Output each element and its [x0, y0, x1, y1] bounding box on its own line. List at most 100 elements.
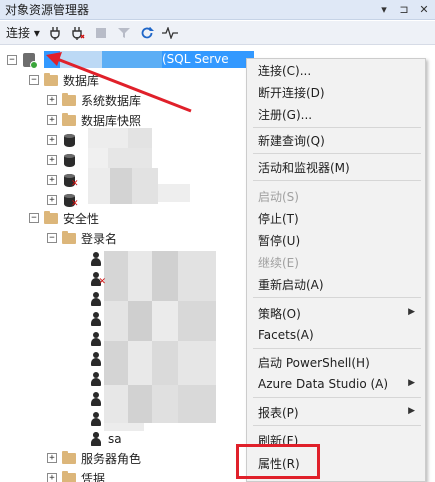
connect-plug-icon[interactable] — [45, 24, 65, 42]
tree-node-server-roles[interactable]: + 服务器角色 — [47, 448, 141, 468]
submenu-arrow-icon: ▶ — [408, 406, 415, 416]
user-icon — [88, 331, 104, 347]
tree-node-credentials[interactable]: + 凭据 — [47, 468, 105, 482]
menu-separator — [253, 297, 421, 298]
redacted-region — [104, 301, 128, 341]
user-icon — [88, 351, 104, 367]
collapse-toggle-icon[interactable]: − — [7, 55, 17, 65]
folder-icon — [61, 230, 77, 246]
user-disabled-icon: ✕ — [88, 271, 106, 287]
menu-item-policies[interactable]: 策略(O) ▶ — [247, 302, 425, 324]
expand-toggle-icon[interactable]: + — [47, 115, 57, 125]
stop-icon[interactable] — [91, 24, 111, 42]
menu-item-resume[interactable]: 继续(E) — [247, 251, 425, 273]
tree-node-security[interactable]: − 安全性 — [29, 208, 99, 228]
redacted-region — [128, 301, 152, 341]
highlight-box-properties — [236, 444, 320, 479]
redacted-region — [104, 385, 128, 423]
menu-item-pause[interactable]: 暂停(U) — [247, 229, 425, 251]
expand-toggle-icon[interactable]: + — [47, 95, 57, 105]
tree-node-login-disabled[interactable]: ✕ — [84, 269, 106, 289]
tree-node-system-databases[interactable]: + 系统数据库 — [47, 90, 141, 110]
tree-node-db-snapshots[interactable]: + 数据库快照 — [47, 110, 141, 130]
folder-icon — [61, 112, 77, 128]
redacted-region — [152, 385, 178, 423]
database-offline-icon: ✕ — [61, 172, 79, 188]
tree-node-database[interactable]: + — [47, 130, 77, 150]
expand-toggle-icon[interactable]: + — [47, 175, 57, 185]
tree-node-server[interactable]: − — [7, 50, 38, 70]
menu-item-facets[interactable]: Facets(A) — [247, 324, 425, 346]
folder-icon — [61, 470, 77, 482]
menu-item-stop[interactable]: 停止(T) — [247, 207, 425, 229]
panel-title: 对象资源管理器 — [5, 3, 90, 17]
tree-node-database-offline[interactable]: + ✕ — [47, 190, 79, 210]
menu-item-connect[interactable]: 连接(C)... — [247, 59, 425, 81]
tree-node-login[interactable] — [84, 389, 104, 409]
expand-toggle-icon[interactable]: + — [47, 195, 57, 205]
redacted-region — [88, 148, 108, 168]
tree-node-login[interactable] — [84, 409, 104, 429]
redacted-region — [152, 341, 178, 385]
redacted-region — [104, 423, 144, 431]
folder-icon — [43, 72, 59, 88]
user-icon — [88, 391, 104, 407]
menu-separator — [253, 425, 421, 426]
collapse-toggle-icon[interactable]: − — [47, 233, 57, 243]
tree-node-login[interactable] — [84, 309, 104, 329]
menu-item-azure-data-studio[interactable]: Azure Data Studio (A) ▶ — [247, 373, 425, 395]
menu-item-powershell[interactable]: 启动 PowerShell(H) — [247, 351, 425, 373]
redacted-region — [128, 341, 152, 385]
server-node-label[interactable]: (SQL Serve — [162, 51, 229, 68]
menu-item-start[interactable]: 启动(S) — [247, 185, 425, 207]
menu-item-disconnect[interactable]: 断开连接(D) — [247, 81, 425, 103]
menu-item-activity-monitor[interactable]: 活动和监视器(M) — [247, 156, 425, 178]
collapse-toggle-icon[interactable]: − — [29, 75, 39, 85]
expand-toggle-icon[interactable]: + — [47, 473, 57, 482]
expand-toggle-icon[interactable]: + — [47, 155, 57, 165]
tree-node-logins[interactable]: − 登录名 — [47, 228, 117, 248]
tree-node-login[interactable] — [84, 369, 104, 389]
dropdown-icon[interactable]: ▾ — [377, 2, 391, 18]
folder-icon — [61, 92, 77, 108]
disconnect-icon[interactable] — [68, 24, 88, 42]
expand-toggle-icon[interactable]: + — [47, 453, 57, 463]
connect-button[interactable]: 连接 ▾ — [4, 24, 42, 41]
user-icon — [88, 431, 104, 447]
user-icon — [88, 411, 104, 427]
menu-item-restart[interactable]: 重新启动(A) — [247, 273, 425, 295]
redacted-region — [102, 51, 162, 68]
user-icon — [88, 311, 104, 327]
menu-item-register[interactable]: 注册(G)... — [247, 103, 425, 125]
submenu-arrow-icon: ▶ — [408, 378, 415, 388]
tree-node-databases[interactable]: − 数据库 — [29, 70, 99, 90]
user-icon — [88, 251, 104, 267]
close-icon[interactable]: ✕ — [417, 2, 431, 18]
menu-item-reports[interactable]: 报表(P) ▶ — [247, 401, 425, 423]
tree-node-login[interactable] — [84, 289, 104, 309]
menu-item-new-query[interactable]: 新建查询(Q) — [247, 129, 425, 151]
redacted-region — [104, 251, 128, 301]
redacted-region — [178, 341, 216, 385]
redacted-region — [128, 385, 152, 423]
explorer-toolbar: 连接 ▾ — [0, 21, 435, 45]
redacted-region — [152, 251, 178, 301]
activity-monitor-icon[interactable] — [160, 24, 180, 42]
tree-node-login-sa[interactable]: sa — [84, 429, 122, 449]
collapse-toggle-icon[interactable]: − — [29, 213, 39, 223]
pin-icon[interactable]: ⊐ — [397, 2, 411, 18]
tree-node-login[interactable] — [84, 249, 104, 269]
folder-icon — [43, 210, 59, 226]
redacted-region — [88, 168, 110, 204]
server-icon — [21, 52, 38, 69]
tree-node-database[interactable]: + — [47, 150, 77, 170]
submenu-arrow-icon: ▶ — [408, 307, 415, 317]
filter-icon[interactable] — [114, 24, 134, 42]
refresh-icon[interactable] — [137, 24, 157, 42]
redacted-region — [128, 128, 152, 148]
tree-node-login[interactable] — [84, 329, 104, 349]
tree-node-database-offline[interactable]: + ✕ — [47, 170, 79, 190]
database-offline-icon: ✕ — [61, 192, 79, 208]
expand-toggle-icon[interactable]: + — [47, 135, 57, 145]
tree-node-login[interactable] — [84, 349, 104, 369]
